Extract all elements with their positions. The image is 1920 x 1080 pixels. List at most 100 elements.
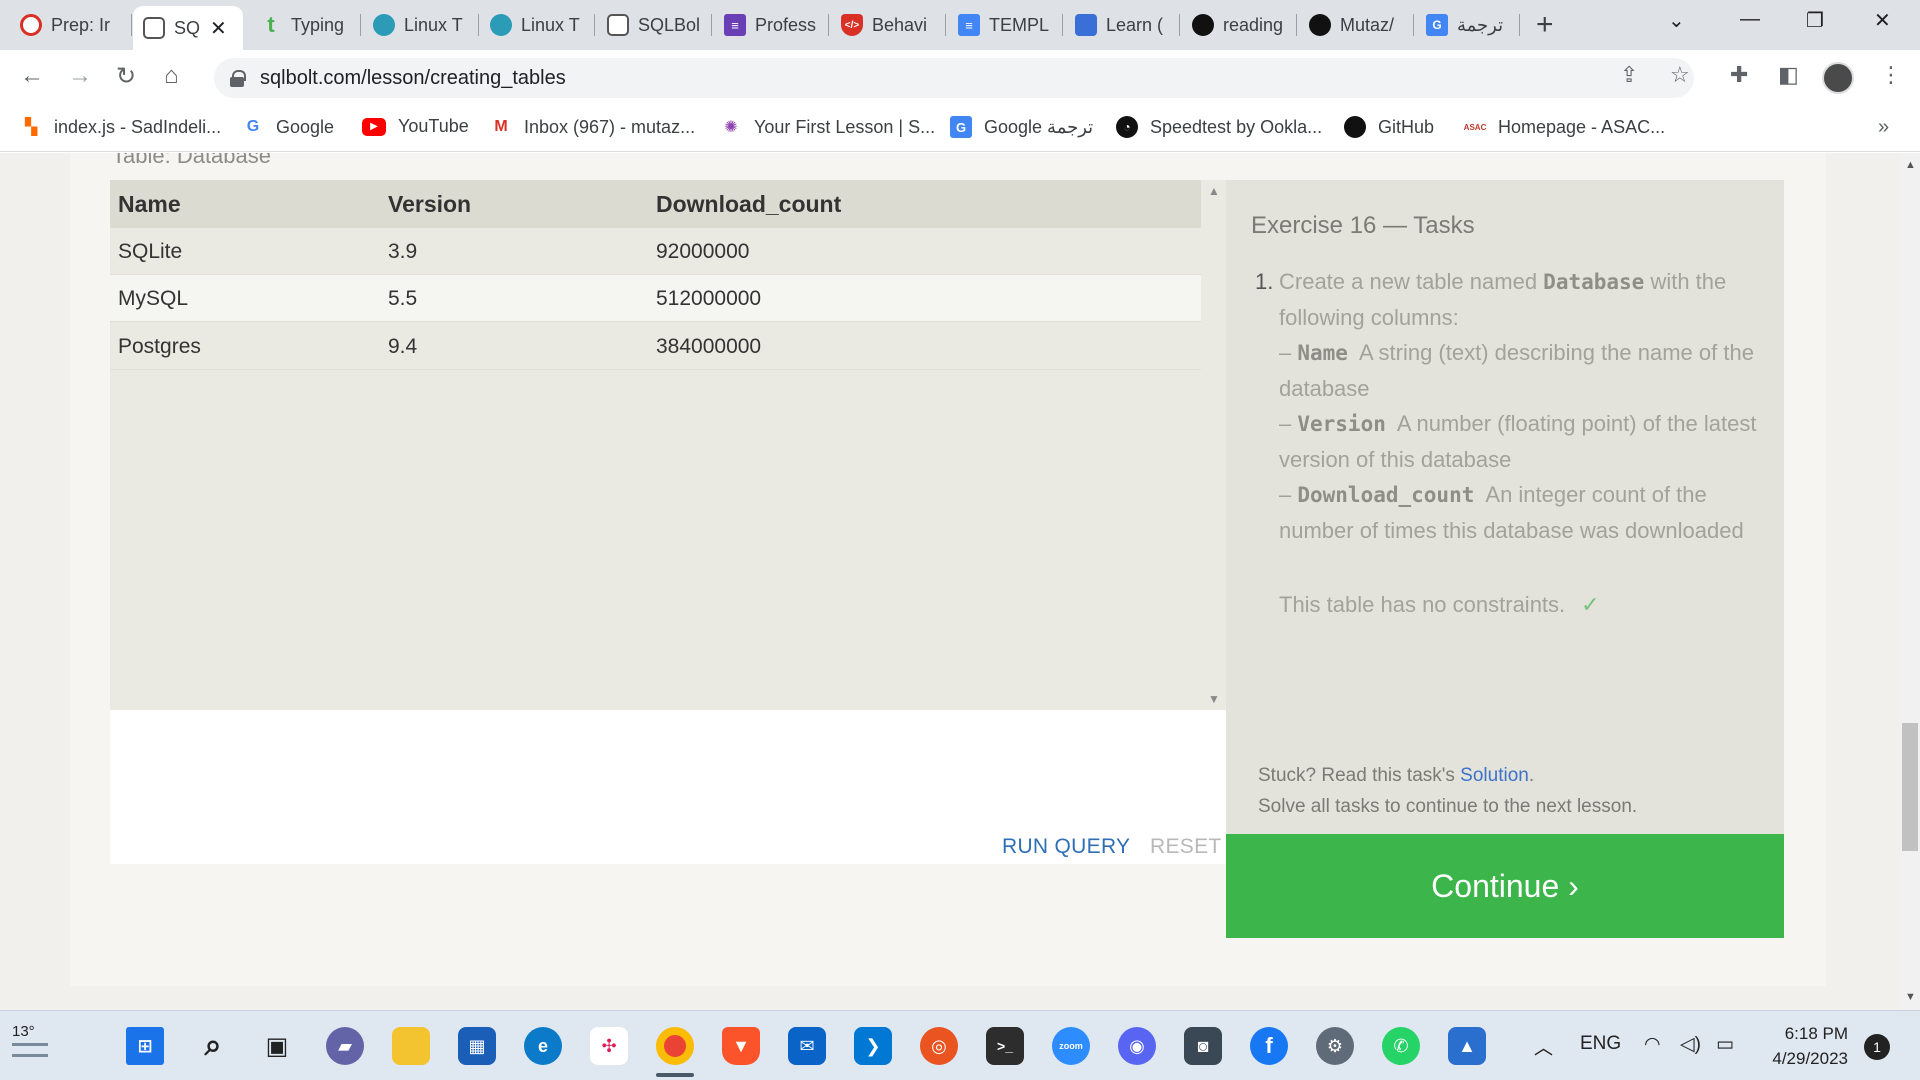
page-scroll-down-icon[interactable]: ▼ bbox=[1905, 991, 1916, 1003]
zoom-icon[interactable]: zoom bbox=[1052, 1027, 1090, 1065]
settings-gear-icon[interactable]: ⚙ bbox=[1316, 1027, 1354, 1065]
tab-linux-1[interactable]: Linux T bbox=[363, 8, 475, 42]
forward-arrow-icon[interactable]: → bbox=[68, 62, 92, 90]
photos-icon[interactable]: ▲ bbox=[1448, 1027, 1486, 1065]
tab-sqlbolt-active[interactable]: SQ ✕ bbox=[133, 6, 243, 50]
chrome-active-indicator bbox=[656, 1073, 694, 1077]
back-arrow-icon[interactable]: ← bbox=[20, 62, 44, 90]
chrome-icon[interactable] bbox=[656, 1027, 694, 1065]
bookmark-index-js[interactable]: ▚ index.js - SadIndeli... bbox=[20, 116, 221, 138]
results-scrollbar[interactable]: ▲ ▼ bbox=[1201, 180, 1226, 710]
reload-icon[interactable]: ↻ bbox=[116, 62, 136, 91]
translate-icon: G bbox=[950, 116, 972, 138]
typing-t-icon: t bbox=[267, 12, 275, 37]
brave-icon[interactable]: ▼ bbox=[722, 1027, 760, 1065]
page-scrollbar[interactable]: ▲ ▼ bbox=[1900, 153, 1920, 1010]
language-indicator[interactable]: ENG bbox=[1580, 1033, 1621, 1055]
tab-learn[interactable]: Learn ( bbox=[1065, 8, 1177, 42]
web-page: Table: Database Name Version Download_co… bbox=[0, 153, 1900, 1010]
table-cell: 9.4 bbox=[388, 335, 418, 358]
page-scroll-up-icon[interactable]: ▲ bbox=[1905, 159, 1916, 171]
bookmark-youtube[interactable]: ▶ YouTube bbox=[362, 116, 469, 137]
scroll-up-arrow-icon[interactable]: ▲ bbox=[1208, 184, 1220, 198]
mail-icon[interactable]: ✉ bbox=[788, 1027, 826, 1065]
sql-query-editor[interactable]: RUN QUERY RESET bbox=[110, 710, 1226, 864]
task-view-icon[interactable]: ▣ bbox=[258, 1027, 296, 1065]
code-version: Version bbox=[1297, 412, 1386, 436]
bookmark-asac[interactable]: ASAC Homepage - ASAC... bbox=[1464, 116, 1665, 138]
edge-icon[interactable]: e bbox=[524, 1027, 562, 1065]
file-explorer-icon[interactable] bbox=[392, 1027, 430, 1065]
tab-typing[interactable]: t Typing bbox=[250, 8, 355, 42]
url-text[interactable]: sqlbolt.com/lesson/creating_tables bbox=[260, 67, 566, 90]
database-icon bbox=[607, 14, 629, 36]
gmail-icon: M bbox=[494, 118, 508, 135]
tab-search-chevron-icon[interactable]: ⌄ bbox=[1668, 8, 1685, 33]
teams-chat-icon[interactable]: ▰ bbox=[326, 1027, 364, 1065]
new-tab-button[interactable]: + bbox=[1536, 8, 1554, 42]
facebook-icon[interactable]: f bbox=[1250, 1027, 1288, 1065]
bookmark-github[interactable]: GitHub bbox=[1344, 116, 1434, 138]
store-icon[interactable]: ▦ bbox=[458, 1027, 496, 1065]
solution-link[interactable]: Solution bbox=[1460, 765, 1529, 786]
bookmarks-overflow-chevron-icon[interactable]: » bbox=[1878, 116, 1889, 139]
system-clock[interactable]: 6:18 PM 4/29/2023 bbox=[1768, 1021, 1848, 1071]
tab-linux-2[interactable]: Linux T bbox=[480, 8, 592, 42]
bookmark-speedtest[interactable]: ◔ Speedtest by Ookla... bbox=[1116, 116, 1322, 138]
address-bar[interactable]: sqlbolt.com/lesson/creating_tables bbox=[214, 58, 1694, 98]
tray-overflow-chevron-icon[interactable]: ︿ bbox=[1534, 1033, 1553, 1060]
tab-templ[interactable]: ≡ TEMPL bbox=[948, 8, 1060, 42]
column-header-download-count: Download_count bbox=[656, 191, 842, 217]
table-cell: Postgres bbox=[118, 335, 201, 358]
reset-button[interactable]: RESET bbox=[1150, 835, 1222, 859]
bookmark-google-translate[interactable]: G Google ترجمة bbox=[950, 116, 1093, 138]
discord-icon[interactable]: ◉ bbox=[1118, 1027, 1156, 1065]
search-icon[interactable]: ⌕ bbox=[194, 1027, 232, 1065]
tab-prep[interactable]: Prep: Ir bbox=[10, 8, 128, 42]
table-cell: 92000000 bbox=[656, 240, 750, 263]
terminal-icon[interactable]: >_ bbox=[986, 1027, 1024, 1065]
tab-strip: Prep: Ir SQ ✕ t Typing Linux T Linux T S… bbox=[0, 0, 1920, 50]
slack-icon[interactable]: ✣ bbox=[590, 1027, 628, 1065]
weather-temp[interactable]: 13° bbox=[12, 1023, 35, 1040]
bookmark-star-icon[interactable]: ☆ bbox=[1670, 62, 1690, 88]
tab-profess[interactable]: ≡ Profess bbox=[714, 8, 826, 42]
tab-reading[interactable]: reading bbox=[1182, 8, 1294, 42]
constraint-note: This table has no constraints. ✓ bbox=[1279, 592, 1600, 617]
query-results-panel: Name Version Download_count SQLite 3.9 9… bbox=[110, 180, 1226, 864]
share-icon[interactable]: ⇪ bbox=[1620, 62, 1638, 88]
speedtest-icon: ◔ bbox=[1116, 116, 1138, 138]
tab-translate[interactable]: G ترجمة e bbox=[1416, 8, 1518, 42]
clock-time: 6:18 PM bbox=[1784, 1024, 1848, 1043]
start-windows-icon[interactable]: ⊞ bbox=[126, 1027, 164, 1065]
profile-avatar[interactable] bbox=[1822, 62, 1854, 94]
asac-icon: ASAC bbox=[1463, 122, 1487, 132]
notification-count-badge[interactable]: 1 bbox=[1864, 1034, 1890, 1060]
battery-icon[interactable]: ▭ bbox=[1716, 1033, 1734, 1056]
continue-button[interactable]: Continue › bbox=[1226, 834, 1784, 938]
run-query-button[interactable]: RUN QUERY bbox=[1002, 835, 1130, 859]
bookmark-google[interactable]: G Google bbox=[242, 116, 334, 138]
shield-code-icon: </> bbox=[841, 14, 863, 36]
camera-icon[interactable]: ◙ bbox=[1184, 1027, 1222, 1065]
ubuntu-icon[interactable]: ◎ bbox=[920, 1027, 958, 1065]
bookmark-inbox[interactable]: M Inbox (967) - mutaz... bbox=[490, 116, 695, 138]
tab-sqlbolt-2[interactable]: SQLBol bbox=[597, 8, 709, 42]
tab-mutaz[interactable]: Mutaz/ bbox=[1299, 8, 1411, 42]
minimize-button[interactable]: — bbox=[1740, 8, 1760, 31]
wifi-icon[interactable]: ◠ bbox=[1644, 1033, 1661, 1056]
extensions-puzzle-icon[interactable]: ✚ bbox=[1730, 62, 1748, 88]
close-window-button[interactable]: ✕ bbox=[1874, 8, 1891, 33]
side-panel-icon[interactable]: ◧ bbox=[1778, 62, 1799, 88]
vscode-icon[interactable]: ❯ bbox=[854, 1027, 892, 1065]
close-icon[interactable]: ✕ bbox=[210, 16, 227, 41]
tab-behavi[interactable]: </> Behavi bbox=[831, 8, 943, 42]
restore-button[interactable]: ❐ bbox=[1806, 8, 1824, 33]
whatsapp-icon[interactable]: ✆ bbox=[1382, 1027, 1420, 1065]
page-scroll-thumb[interactable] bbox=[1902, 723, 1918, 851]
menu-kebab-icon[interactable]: ⋮ bbox=[1880, 62, 1902, 88]
volume-icon[interactable]: ◁) bbox=[1680, 1033, 1701, 1056]
scroll-down-arrow-icon[interactable]: ▼ bbox=[1208, 692, 1220, 706]
bookmark-first-lesson[interactable]: ✺ Your First Lesson | S... bbox=[720, 116, 935, 138]
home-icon[interactable]: ⌂ bbox=[164, 62, 179, 90]
